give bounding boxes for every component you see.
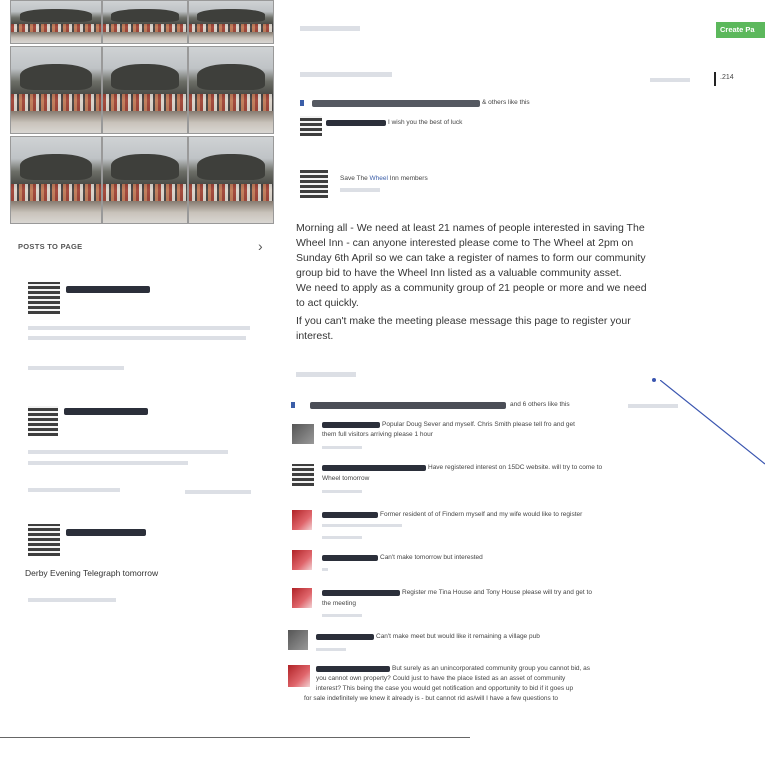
comment-meta[interactable] xyxy=(322,490,362,493)
avatar[interactable] xyxy=(292,424,314,444)
redacted-name xyxy=(322,590,400,596)
like-icon[interactable] xyxy=(291,402,295,408)
post-text: Derby Evening Telegraph tomorrow xyxy=(25,568,159,578)
redacted-name xyxy=(322,422,380,428)
comment-text: Wheel tomorrow xyxy=(322,475,370,482)
comment-text: Can't make meet but would like it remain… xyxy=(376,633,540,640)
comment-text: Former resident of of Findern myself and… xyxy=(380,511,583,518)
posts-to-page-title: POSTS TO PAGE xyxy=(18,242,83,251)
divider xyxy=(714,72,716,86)
post-actions[interactable] xyxy=(296,372,356,377)
post-snippet xyxy=(28,326,250,330)
post-line: Sunday 6th April so we can take a regist… xyxy=(296,252,646,264)
comment-meta[interactable] xyxy=(316,648,346,651)
post-line: We need to apply as a community group of… xyxy=(296,282,647,294)
post-meta xyxy=(185,490,251,494)
redacted-names xyxy=(312,100,480,107)
redacted-name xyxy=(316,666,390,672)
post-header xyxy=(300,72,392,77)
comment-text: interest? This being the case you would … xyxy=(316,685,574,692)
avatar[interactable] xyxy=(28,524,60,556)
post-line: group bid to have the Wheel Inn listed a… xyxy=(296,267,622,279)
redacted-name xyxy=(322,512,378,518)
redacted-name xyxy=(66,529,146,536)
redacted-name xyxy=(316,634,374,640)
comment-text: Register me Tina House and Tony House pl… xyxy=(402,589,592,596)
comment-text: Popular Doug Sever and myself. Chris Smi… xyxy=(382,421,575,428)
post-meta xyxy=(650,78,690,82)
comment-meta[interactable] xyxy=(322,614,362,617)
comment-text: for sale indefinitely we knew it already… xyxy=(304,695,558,702)
avatar[interactable] xyxy=(288,665,310,687)
photo-thumb[interactable] xyxy=(102,46,188,134)
post-actions[interactable] xyxy=(28,366,124,370)
comment-meta[interactable] xyxy=(322,446,362,449)
post-line: If you can't make the meeting please mes… xyxy=(296,315,631,327)
post-actions[interactable] xyxy=(28,598,116,602)
redacted-name xyxy=(66,286,150,293)
post-line: to act quickly. xyxy=(296,297,359,309)
comment-text: the meeting xyxy=(322,600,356,607)
comment-meta[interactable] xyxy=(322,536,362,539)
post-snippet xyxy=(28,336,246,340)
comment-text: Can't make tomorrow but interested xyxy=(380,554,483,561)
poster-line: Save The Wheel Inn members xyxy=(340,175,428,182)
page-link[interactable]: Wheel xyxy=(370,175,388,182)
avatar[interactable] xyxy=(292,464,314,486)
page-avatar[interactable] xyxy=(300,170,328,198)
likes-text: and 6 others like this xyxy=(510,401,570,408)
avatar[interactable] xyxy=(292,588,312,608)
redacted-name xyxy=(64,408,148,415)
post-snippet xyxy=(28,450,228,454)
comment-meta[interactable] xyxy=(322,568,328,571)
photo-thumb[interactable] xyxy=(102,136,188,224)
post-line: Wheel Inn - can anyone interested please… xyxy=(296,237,634,249)
avatar[interactable] xyxy=(292,550,312,570)
photo-thumb[interactable] xyxy=(188,46,274,134)
photo-thumb[interactable] xyxy=(10,136,102,224)
photo-thumb[interactable] xyxy=(188,136,274,224)
photo-thumb[interactable] xyxy=(102,0,188,44)
likes-text: & others like this xyxy=(482,99,530,106)
comment-text: But surely as an unincorporated communit… xyxy=(392,665,591,672)
count-label: .214 xyxy=(720,74,734,81)
poster-line-text: Save The Wheel Inn members xyxy=(340,175,428,182)
redacted-name xyxy=(322,555,378,561)
photo-thumb[interactable] xyxy=(188,0,274,44)
photo-thumb[interactable] xyxy=(10,0,102,44)
redacted-name xyxy=(322,465,426,471)
create-page-button[interactable]: Create Pa xyxy=(716,22,765,38)
post-line: interest. xyxy=(296,330,334,342)
like-icon[interactable] xyxy=(300,100,304,106)
avatar[interactable] xyxy=(28,406,58,436)
redacted-name xyxy=(326,120,386,126)
post-actions[interactable] xyxy=(28,488,120,492)
annotation-dot xyxy=(652,378,656,382)
annotation-line xyxy=(660,380,765,465)
redacted-names xyxy=(310,402,506,409)
avatar[interactable] xyxy=(300,116,322,136)
avatar[interactable] xyxy=(292,510,312,530)
comment-text: you cannot own property? Could just to h… xyxy=(316,675,566,682)
photo-thumb[interactable] xyxy=(10,46,102,134)
page-edge-line xyxy=(0,737,470,738)
avatar[interactable] xyxy=(28,282,60,314)
post-timestamp xyxy=(340,188,380,192)
post-line: Morning all - We need at least 21 names … xyxy=(296,222,645,234)
top-link[interactable] xyxy=(300,26,360,31)
chevron-right-icon[interactable]: › xyxy=(258,238,263,254)
comment-text: I wish you the best of luck xyxy=(388,119,463,126)
post-snippet xyxy=(28,461,188,465)
comment-meta[interactable] xyxy=(322,524,402,527)
comment-text: them full visitors arriving please 1 hou… xyxy=(322,431,433,438)
comment-text: Have registered interest on 15DC website… xyxy=(428,464,603,471)
avatar[interactable] xyxy=(288,630,308,650)
